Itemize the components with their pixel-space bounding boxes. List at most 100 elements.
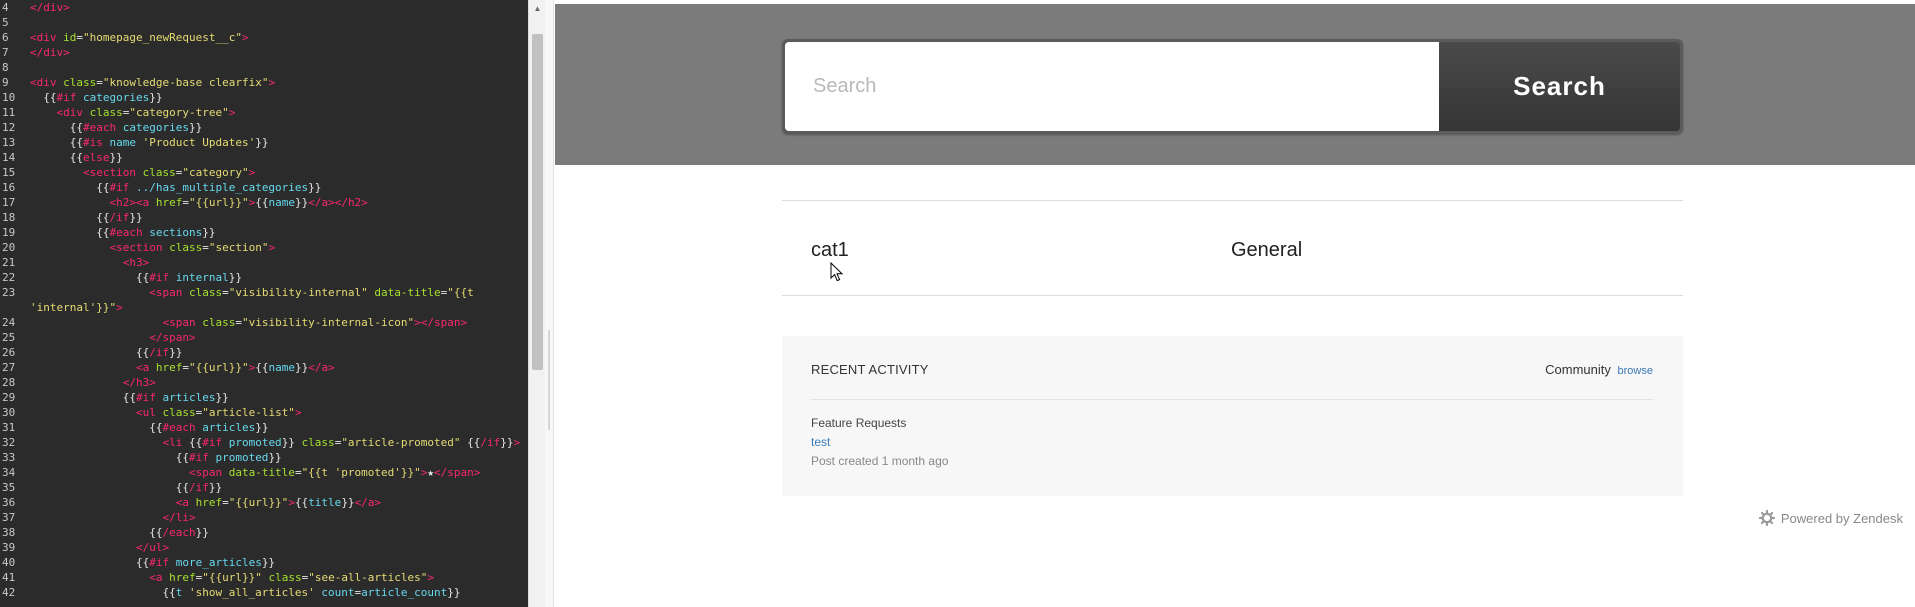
search-form: Search [782, 39, 1683, 134]
code-line[interactable]: 11 <div class="category-tree"> [0, 105, 528, 120]
code-line[interactable]: 6 <div id="homepage_newRequest__c"> [0, 30, 528, 45]
code-text[interactable]: <div class="category-tree"> [30, 105, 236, 120]
code-line[interactable]: 17 <h2><a href="{{url}}">{{name}}</a></h… [0, 195, 528, 210]
code-line[interactable]: 40 {{#if more_articles}} [0, 555, 528, 570]
code-text[interactable]: {{t 'show_all_articles' count=article_co… [30, 585, 460, 600]
code-line[interactable]: 31 {{#each articles}} [0, 420, 528, 435]
powered-by-footer[interactable]: Powered by Zendesk [1758, 509, 1903, 529]
code-line[interactable]: 39 </ul> [0, 540, 528, 555]
code-line[interactable]: 9 <div class="knowledge-base clearfix"> [0, 75, 528, 90]
code-line[interactable]: 16 {{#if ../has_multiple_categories}} [0, 180, 528, 195]
code-text[interactable]: {{/if}} [30, 345, 182, 360]
code-line[interactable]: 13 {{#is name 'Product Updates'}} [0, 135, 528, 150]
code-line[interactable]: 18 {{/if}} [0, 210, 528, 225]
code-text[interactable]: <section class="category"> [30, 165, 255, 180]
code-text[interactable]: <a href="{{url}}">{{title}}</a> [30, 495, 381, 510]
code-line[interactable]: 28 </h3> [0, 375, 528, 390]
code-line[interactable]: 14 {{else}} [0, 150, 528, 165]
code-text[interactable]: {{#if internal}} [30, 270, 242, 285]
code-text[interactable]: </li> [30, 510, 195, 525]
code-line[interactable]: 7 </div> [0, 45, 528, 60]
line-number: 42 [2, 586, 16, 599]
line-number: 8 [2, 61, 9, 74]
code-text[interactable]: <section class="section"> [30, 240, 275, 255]
line-number: 5 [2, 16, 9, 29]
code-line[interactable]: 23 <span class="visibility-internal" dat… [0, 285, 528, 300]
code-line[interactable]: 37 </li> [0, 510, 528, 525]
activity-post-link[interactable]: test [811, 435, 830, 449]
code-line[interactable]: 27 <a href="{{url}}">{{name}}</a> [0, 360, 528, 375]
code-line[interactable]: 21 <h3> [0, 255, 528, 270]
code-text[interactable]: {{#each sections}} [30, 225, 215, 240]
code-text[interactable]: <h2><a href="{{url}}">{{name}}</a></h2> [30, 195, 367, 210]
code-text[interactable]: <h3> [30, 255, 150, 270]
scroll-up-arrow-icon[interactable]: ▲ [529, 0, 546, 17]
code-text[interactable]: 'internal'}}"> [30, 300, 123, 315]
code-line[interactable]: 'internal'}}"> [0, 300, 528, 315]
code-editor[interactable]: 4 </div> 5 6 <div id="homepage_newRequest__c… [0, 0, 528, 607]
code-text[interactable]: <span class="visibility-internal-icon"><… [30, 315, 467, 330]
category-link-general[interactable]: General [1231, 239, 1302, 262]
code-line[interactable]: 15 <section class="category"> [0, 165, 528, 180]
code-text[interactable]: {{#is name 'Product Updates'}} [30, 135, 269, 150]
code-line[interactable]: 35 {{/if}} [0, 480, 528, 495]
code-line[interactable]: 36 <a href="{{url}}">{{title}}</a> [0, 495, 528, 510]
code-text[interactable]: </span> [30, 330, 195, 345]
code-line[interactable]: 34 <span data-title="{{t 'promoted'}}">★… [0, 465, 528, 480]
code-line[interactable]: 42 {{t 'show_all_articles' count=article… [0, 585, 528, 600]
code-line[interactable]: 22 {{#if internal}} [0, 270, 528, 285]
line-number: 26 [2, 346, 16, 359]
code-line[interactable]: 19 {{#each sections}} [0, 225, 528, 240]
code-line[interactable]: 26 {{/if}} [0, 345, 528, 360]
code-line[interactable]: 33 {{#if promoted}} [0, 450, 528, 465]
code-text[interactable]: {{#if articles}} [30, 390, 229, 405]
code-line[interactable]: 8 [0, 60, 528, 75]
code-line[interactable]: 24 <span class="visibility-internal-icon… [0, 315, 528, 330]
line-number: 14 [2, 151, 16, 164]
code-text[interactable]: {{#each categories}} [30, 120, 202, 135]
code-text[interactable]: {{#each articles}} [30, 420, 268, 435]
search-button[interactable]: Search [1439, 42, 1680, 131]
code-line[interactable]: 29 {{#if articles}} [0, 390, 528, 405]
code-lines[interactable]: 4 </div> 5 6 <div id="homepage_newRequest__c… [0, 0, 528, 600]
splitter-grip[interactable] [548, 330, 550, 430]
code-text[interactable]: <span class="visibility-internal" data-t… [30, 285, 474, 300]
code-line[interactable]: 41 <a href="{{url}}" class="see-all-arti… [0, 570, 528, 585]
code-text[interactable]: {{/if}} [30, 210, 142, 225]
code-text[interactable]: {{else}} [30, 150, 123, 165]
code-text[interactable]: </ul> [30, 540, 169, 555]
code-text[interactable]: {{#if ../has_multiple_categories}} [30, 180, 321, 195]
scrollbar-thumb[interactable] [532, 34, 543, 370]
code-text[interactable]: {{#if promoted}} [30, 450, 282, 465]
code-line[interactable]: 12 {{#each categories}} [0, 120, 528, 135]
code-text[interactable]: </div> [30, 0, 70, 15]
code-text[interactable]: <li {{#if promoted}} class="article-prom… [30, 435, 520, 450]
code-text[interactable]: <ul class="article-list"> [30, 405, 302, 420]
code-text[interactable]: </h3> [30, 375, 156, 390]
code-text[interactable]: <a href="{{url}}" class="see-all-article… [30, 570, 434, 585]
code-line[interactable]: 20 <section class="section"> [0, 240, 528, 255]
community-browse-link[interactable]: browse [1618, 365, 1653, 377]
code-line[interactable]: 38 {{/each}} [0, 525, 528, 540]
code-line[interactable]: 10 {{#if categories}} [0, 90, 528, 105]
code-line[interactable]: 32 <li {{#if promoted}} class="article-p… [0, 435, 528, 450]
search-input[interactable] [785, 42, 1439, 131]
code-text[interactable]: </div> [30, 45, 70, 60]
code-line[interactable]: 30 <ul class="article-list"> [0, 405, 528, 420]
code-text[interactable]: {{#if more_articles}} [30, 555, 275, 570]
editor-scrollbar[interactable]: ▲ [528, 0, 545, 607]
category-link-cat1[interactable]: cat1 [811, 239, 849, 262]
code-text[interactable]: <div id="homepage_newRequest__c"> [30, 30, 249, 45]
line-number: 22 [2, 271, 16, 284]
line-number: 29 [2, 391, 16, 404]
code-text[interactable]: <div class="knowledge-base clearfix"> [30, 75, 275, 90]
code-line[interactable]: 5 [0, 15, 528, 30]
code-line[interactable]: 4 </div> [0, 0, 528, 15]
code-line[interactable]: 25 </span> [0, 330, 528, 345]
pane-splitter[interactable] [545, 0, 554, 607]
code-text[interactable]: {{/each}} [30, 525, 209, 540]
code-text[interactable]: {{#if categories}} [30, 90, 162, 105]
code-text[interactable]: <span data-title="{{t 'promoted'}}">★</s… [30, 465, 480, 480]
code-text[interactable]: {{/if}} [30, 480, 222, 495]
code-text[interactable]: <a href="{{url}}">{{name}}</a> [30, 360, 335, 375]
